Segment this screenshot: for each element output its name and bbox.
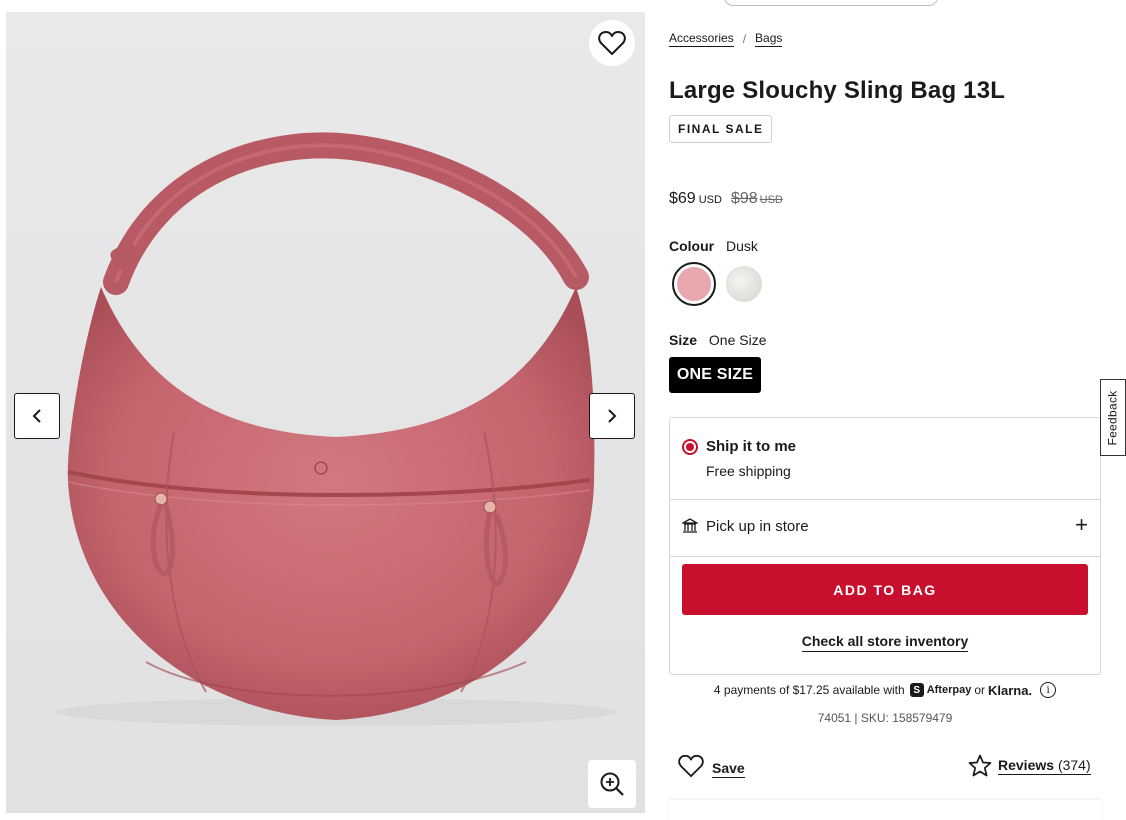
original-price: $98 bbox=[730, 190, 758, 207]
payments-info: 4 payments of $17.25 available with S Af… bbox=[669, 682, 1101, 698]
price: $69 USD $98 USD bbox=[669, 190, 783, 208]
pickup-label: Pick up in store bbox=[706, 518, 809, 535]
bottom-card-edge bbox=[669, 800, 1101, 820]
add-to-bag-button[interactable]: ADD TO BAG bbox=[682, 564, 1088, 615]
reviews-link[interactable]: Reviews (374) bbox=[968, 754, 1091, 777]
colour-value: Dusk bbox=[726, 238, 758, 254]
reviews-count: (374) bbox=[1057, 756, 1091, 773]
afterpay-logo-icon: S bbox=[909, 683, 924, 697]
info-icon[interactable]: i bbox=[1040, 682, 1057, 698]
breadcrumb-link-bags[interactable]: Bags bbox=[755, 31, 783, 47]
afterpay-label: Afterpay bbox=[926, 684, 972, 696]
ship-title: Ship it to me bbox=[706, 438, 796, 455]
feedback-tab[interactable]: Feedback bbox=[1100, 379, 1126, 456]
product-image bbox=[56, 132, 616, 726]
heart-icon bbox=[678, 754, 704, 778]
product-title: Large Slouchy Sling Bag 13L bbox=[669, 77, 1006, 104]
product-image-gallery bbox=[6, 12, 645, 813]
size-value: One Size bbox=[708, 332, 767, 348]
size-selector-label: Size One Size bbox=[669, 332, 767, 348]
save-label: Save bbox=[712, 760, 745, 778]
plus-icon[interactable]: + bbox=[1075, 514, 1088, 536]
sku-text: 74051 | SKU: 158579479 bbox=[817, 711, 953, 725]
ship-subtitle: Free shipping bbox=[706, 463, 791, 479]
reviews-text: Reviews bbox=[998, 756, 1055, 773]
breadcrumb: Accessories / Bags bbox=[669, 31, 783, 47]
check-inventory: Check all store inventory bbox=[670, 633, 1100, 652]
chevron-right-icon bbox=[608, 409, 617, 423]
zoom-in-icon bbox=[600, 772, 624, 796]
wishlist-button[interactable] bbox=[589, 20, 635, 66]
feedback-label: Feedback bbox=[1106, 389, 1121, 446]
payments-text: 4 payments of $17.25 available with bbox=[713, 683, 905, 697]
check-inventory-link[interactable]: Check all store inventory bbox=[801, 633, 969, 652]
size-one-size-button[interactable]: ONE SIZE bbox=[669, 357, 761, 393]
chevron-left-icon bbox=[32, 409, 41, 423]
heart-icon bbox=[598, 31, 626, 55]
fulfillment-options: Ship it to me Free shipping Pick up in s… bbox=[669, 417, 1101, 675]
swatch-dusk-color bbox=[677, 267, 711, 301]
payments-or: or bbox=[974, 683, 985, 697]
sale-price-currency: USD bbox=[698, 194, 722, 206]
ship-it-option[interactable]: Ship it to me Free shipping bbox=[670, 418, 1100, 500]
save-button[interactable]: Save bbox=[678, 754, 745, 778]
previous-image-button[interactable] bbox=[14, 393, 60, 439]
pickup-in-store-option[interactable]: Pick up in store + bbox=[670, 499, 1100, 557]
next-image-button[interactable] bbox=[589, 393, 635, 439]
search-bar-edge bbox=[724, 0, 938, 6]
ship-radio[interactable] bbox=[682, 439, 698, 455]
size-label: Size bbox=[669, 332, 698, 348]
swatch-white[interactable] bbox=[726, 266, 762, 302]
original-price-currency: USD bbox=[759, 194, 783, 206]
colour-selector-label: Colour Dusk bbox=[669, 238, 758, 254]
zoom-button[interactable] bbox=[588, 760, 636, 808]
reviews-label: Reviews (374) bbox=[998, 757, 1091, 775]
sale-price: $69 bbox=[669, 190, 696, 207]
store-icon bbox=[682, 518, 698, 533]
colour-label: Colour bbox=[669, 238, 715, 254]
breadcrumb-link-accessories[interactable]: Accessories bbox=[669, 31, 734, 47]
swatch-dusk[interactable] bbox=[672, 262, 716, 306]
breadcrumb-separator: / bbox=[742, 32, 747, 46]
star-icon bbox=[968, 754, 992, 777]
final-sale-badge: FINAL SALE bbox=[669, 115, 773, 143]
radio-selected-dot bbox=[686, 443, 694, 451]
klarna-label: Klarna. bbox=[988, 682, 1033, 698]
